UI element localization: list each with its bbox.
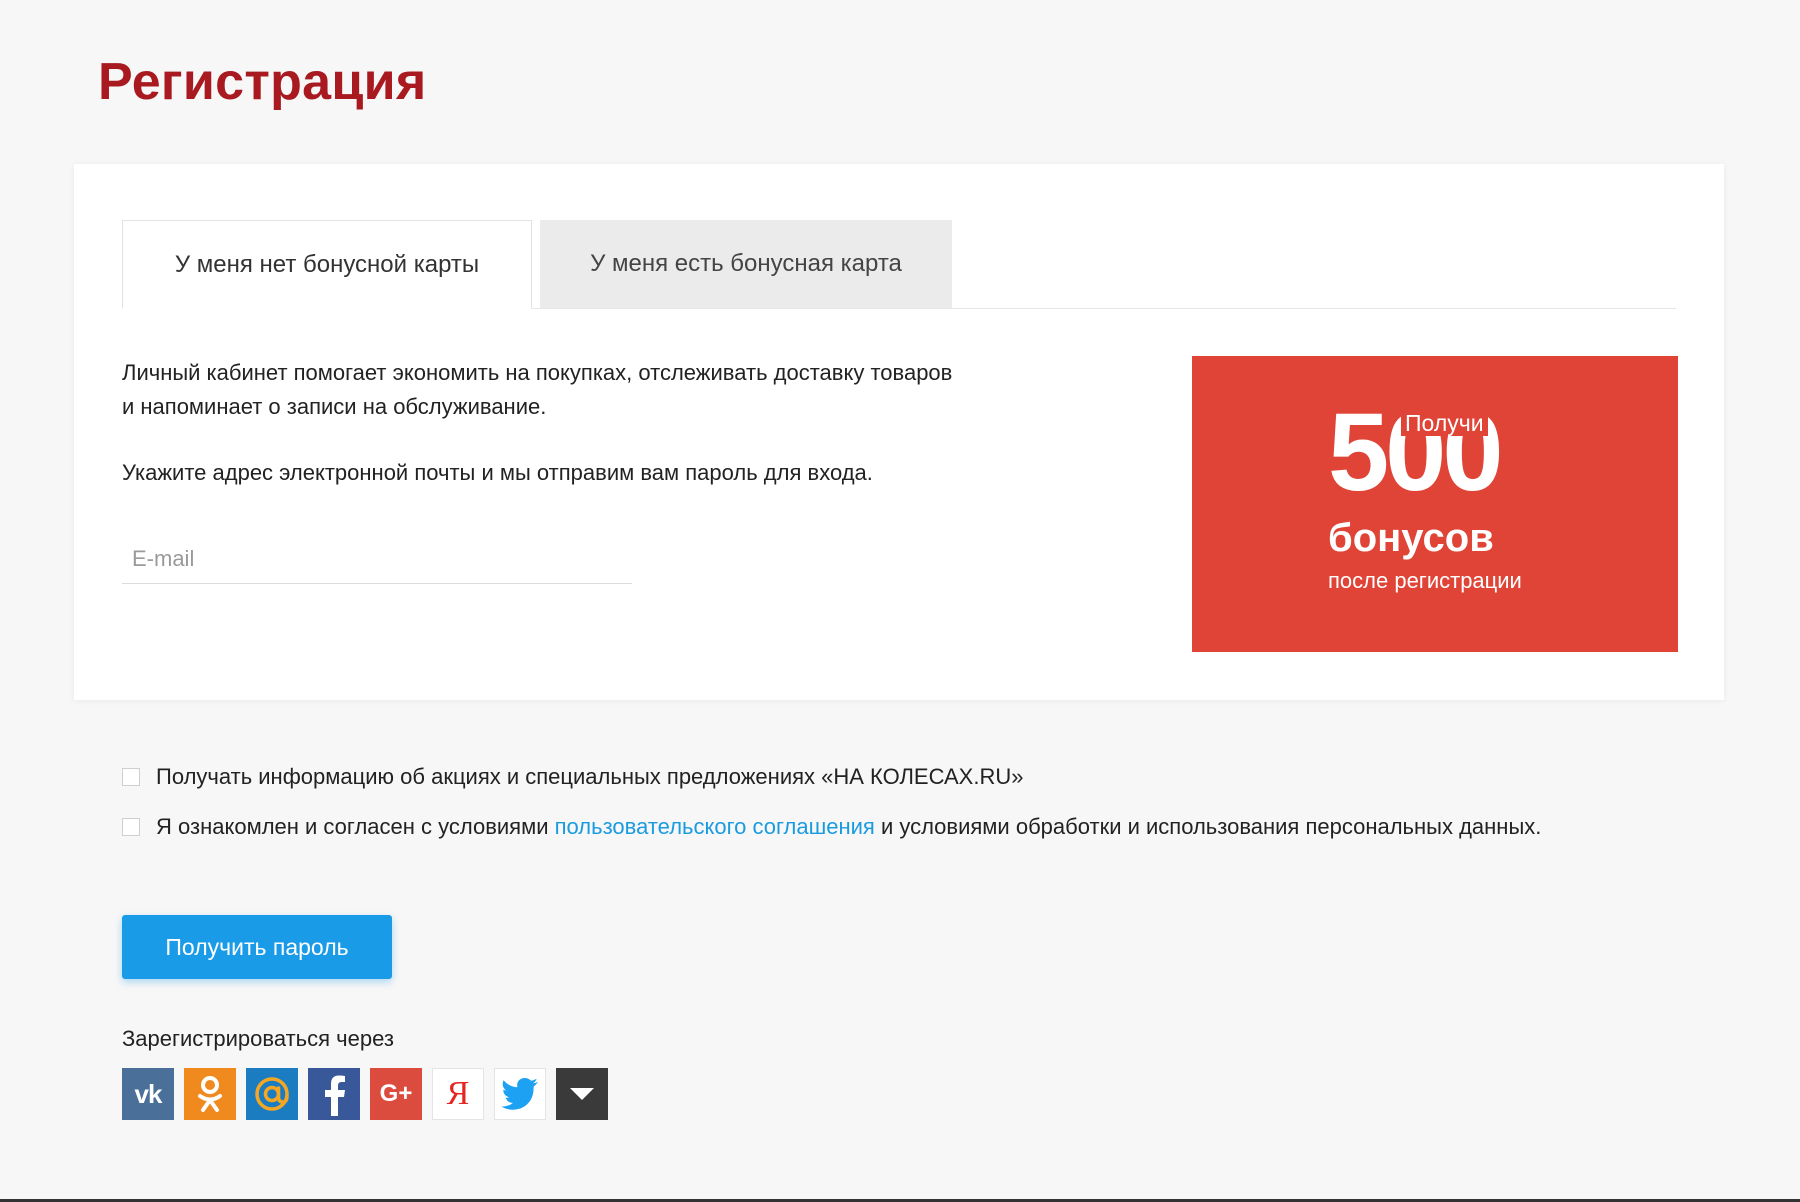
registration-card: У меня нет бонусной карты У меня есть бо… — [74, 164, 1724, 700]
get-password-button[interactable]: Получить пароль — [122, 915, 392, 979]
tab-bar: У меня нет бонусной карты У меня есть бо… — [122, 220, 1676, 309]
page-title: Регистрация — [98, 53, 427, 111]
odnoklassniki-icon — [198, 1076, 222, 1112]
social-login-row: vk G+ Я — [122, 1068, 608, 1120]
newsletter-consent: Получать информацию об акциях и специаль… — [122, 764, 1023, 790]
facebook-button[interactable] — [308, 1068, 360, 1120]
email-instruction: Укажите адрес электронной почты и мы отп… — [122, 460, 873, 485]
facebook-icon — [325, 1075, 345, 1116]
yandex-icon: Я — [446, 1075, 470, 1112]
vk-button[interactable]: vk — [122, 1068, 174, 1120]
mail-ru-button[interactable] — [246, 1068, 298, 1120]
twitter-icon — [501, 1078, 538, 1110]
more-providers-button[interactable] — [556, 1068, 608, 1120]
agreement-consent: Я ознакомлен и согласен с условиями поль… — [122, 814, 1541, 840]
agreement-text-after: и условиями обработки и использования пе… — [874, 814, 1542, 839]
tab-no-bonus-card[interactable]: У меня нет бонусной карты — [122, 220, 532, 309]
intro-line-2: и напоминает о записи на обслуживание. — [122, 394, 547, 419]
agreement-label: Я ознакомлен и согласен с условиями поль… — [156, 814, 1541, 840]
agreement-text-before: Я ознакомлен и согласен с условиями — [156, 814, 555, 839]
odnoklassniki-button[interactable] — [184, 1068, 236, 1120]
promo-get-label: Получи — [1401, 410, 1488, 436]
promo-bonus-label: бонусов — [1328, 516, 1494, 560]
promo-after-label: после регистрации — [1328, 568, 1522, 593]
newsletter-label: Получать информацию об акциях и специаль… — [156, 764, 1024, 789]
google-plus-button[interactable]: G+ — [370, 1068, 422, 1120]
chevron-down-icon — [570, 1088, 594, 1100]
yandex-button[interactable]: Я — [432, 1068, 484, 1120]
newsletter-checkbox[interactable] — [122, 768, 140, 786]
google-plus-icon: G+ — [379, 1080, 413, 1107]
bonus-promo-banner: 500 Получи бонусов после регистрации — [1192, 356, 1678, 652]
twitter-button[interactable] — [494, 1068, 546, 1120]
user-agreement-link[interactable]: пользовательского соглашения — [555, 814, 875, 839]
intro-text: Личный кабинет помогает экономить на пок… — [122, 356, 1062, 424]
agreement-checkbox[interactable] — [122, 818, 140, 836]
tab-have-bonus-card[interactable]: У меня есть бонусная карта — [540, 220, 952, 308]
intro-line-1: Личный кабинет помогает экономить на пок… — [122, 360, 953, 385]
vk-icon: vk — [134, 1078, 163, 1109]
email-field[interactable] — [122, 534, 632, 584]
at-sign-icon — [255, 1077, 289, 1111]
social-register-label: Зарегистрироваться через — [122, 1026, 394, 1051]
